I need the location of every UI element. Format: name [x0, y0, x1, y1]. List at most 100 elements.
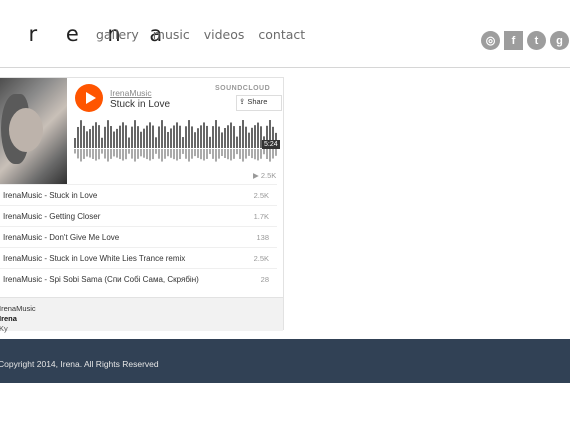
waveform-bar — [107, 120, 109, 148]
waveform-reflection-bar — [269, 149, 271, 162]
waveform-reflection-bar — [194, 149, 196, 157]
waveform-bar — [98, 125, 100, 148]
soundcloud-logo[interactable]: SOUNDCLOUD — [215, 85, 270, 92]
player-artist[interactable]: IrenaMusic — [110, 88, 152, 98]
social-links: ◎ f t g — [481, 31, 570, 50]
waveform-bar — [203, 122, 205, 148]
play-button[interactable] — [75, 84, 103, 112]
waveform-bar — [209, 136, 211, 148]
waveform-reflection-bar — [215, 149, 217, 162]
instagram-icon[interactable]: ◎ — [481, 31, 500, 50]
waveform-reflection-bar — [110, 149, 112, 159]
waveform-bar — [251, 127, 253, 148]
waveform-bar — [146, 125, 148, 148]
waveform-bar — [230, 122, 232, 148]
waveform-reflection-bar — [191, 149, 193, 159]
waveform-bar — [119, 125, 121, 148]
waveform-reflection-bar — [185, 149, 187, 159]
waveform-reflection-bar — [272, 149, 274, 159]
waveform-reflection-bar — [137, 149, 139, 159]
waveform-bar — [218, 126, 220, 148]
play-count: ▶ 2.5K — [253, 171, 277, 180]
album-artwork[interactable] — [0, 78, 67, 184]
waveform-bar — [224, 128, 226, 148]
waveform-bar — [173, 125, 175, 148]
waveform-bar — [215, 120, 217, 148]
track-row[interactable]: IrenaMusic - Stuck in Love 2.5K — [0, 184, 277, 205]
share-label: Share — [247, 97, 268, 106]
waveform-bar — [104, 126, 106, 148]
twitter-icon[interactable]: t — [527, 31, 546, 50]
waveform-bar — [77, 126, 79, 148]
waveform-reflection-bar — [152, 149, 154, 160]
waveform-reflection-bar — [119, 149, 121, 160]
waveform-reflection-bar — [206, 149, 208, 159]
waveform-bar — [128, 137, 130, 148]
waveform-bar — [95, 122, 97, 148]
waveform-bar — [137, 126, 139, 148]
waveform-reflection-bar — [227, 149, 229, 160]
track-row[interactable]: IrenaMusic - Getting Closer 1.7K — [0, 205, 277, 226]
site-footer: Copyright 2014, Irena. All Rights Reserv… — [0, 339, 570, 383]
waveform-reflection-bar — [107, 149, 109, 162]
waveform-reflection-bar — [134, 149, 136, 162]
waveform-bar — [125, 125, 127, 148]
waveform-reflection-bar — [83, 149, 85, 159]
nav-gallery[interactable]: gallery — [96, 27, 139, 42]
waveform-reflection-bar — [149, 149, 151, 161]
waveform-reflection-bar — [155, 149, 157, 154]
track-row[interactable]: IrenaMusic - Don't Give Me Love 138 — [0, 226, 277, 247]
waveform-bar — [152, 125, 154, 148]
waveform-bar — [101, 137, 103, 148]
nav-music[interactable]: music — [153, 27, 190, 42]
waveform-bar — [158, 126, 160, 148]
waveform-bar — [191, 126, 193, 148]
waveform-bar — [116, 128, 118, 148]
waveform-bar — [248, 132, 250, 148]
waveform[interactable] — [74, 120, 278, 165]
waveform-reflection-bar — [242, 149, 244, 162]
share-button[interactable]: ⇪ Share — [236, 95, 282, 111]
waveform-reflection-bar — [209, 149, 211, 155]
waveform-reflection-bar — [218, 149, 220, 159]
waveform-bar — [185, 126, 187, 148]
waveform-reflection-bar — [98, 149, 100, 160]
waveform-reflection-bar — [182, 149, 184, 154]
owner-username[interactable]: IrenaMusic — [0, 304, 36, 313]
waveform-reflection-bar — [203, 149, 205, 161]
nav-contact[interactable]: contact — [258, 27, 305, 42]
owner-name[interactable]: Irena — [0, 314, 17, 323]
waveform-reflection-bar — [230, 149, 232, 161]
site-header: i r e n a gallery music videos contact ◎… — [0, 0, 570, 68]
waveform-bar — [182, 137, 184, 148]
track-row-title: IrenaMusic - Don't Give Me Love — [3, 233, 120, 242]
waveform-reflection-bar — [74, 149, 76, 154]
track-row-title: IrenaMusic - Stuck in Love — [3, 191, 98, 200]
waveform-bar — [197, 128, 199, 148]
waveform-reflection-bar — [80, 149, 82, 162]
waveform-bar — [140, 131, 142, 148]
waveform-reflection-bar — [161, 149, 163, 162]
track-row[interactable]: IrenaMusic - Stuck in Love White Lies Tr… — [0, 247, 277, 268]
waveform-reflection-bar — [236, 149, 238, 155]
waveform-reflection-bar — [158, 149, 160, 159]
waveform-reflection-bar — [275, 149, 277, 156]
waveform-reflection-bar — [188, 149, 190, 162]
waveform-bar — [110, 126, 112, 148]
waveform-bar — [74, 138, 76, 148]
waveform-bar — [86, 131, 88, 148]
facebook-icon[interactable]: f — [504, 31, 523, 50]
google-plus-icon[interactable]: g — [550, 31, 569, 50]
waveform-reflection-bar — [224, 149, 226, 158]
waveform-reflection-bar — [248, 149, 250, 156]
waveform-bar — [236, 136, 238, 148]
waveform-reflection-bar — [260, 149, 262, 159]
play-count-value: 2.5K — [260, 171, 277, 180]
waveform-reflection-bar — [92, 149, 94, 159]
track-row[interactable]: IrenaMusic - Spi Sobi Sama (Спи Собі Сам… — [0, 268, 277, 289]
nav-videos[interactable]: videos — [204, 27, 245, 42]
waveform-bar — [233, 126, 235, 148]
waveform-reflection-bar — [263, 149, 265, 155]
waveform-reflection-bar — [257, 149, 259, 161]
player-track-title[interactable]: Stuck in Love — [110, 99, 170, 110]
